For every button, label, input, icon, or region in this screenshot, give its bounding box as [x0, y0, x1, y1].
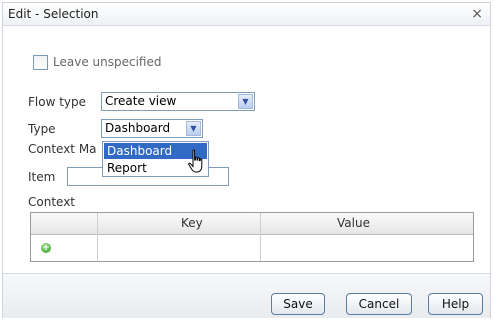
type-value: Dashboard [105, 121, 171, 135]
context-label: Context [28, 195, 76, 209]
leave-unspecified-label[interactable]: Leave unspecified [53, 55, 161, 69]
dialog-titlebar[interactable]: Edit - Selection × [3, 3, 490, 26]
column-divider [260, 213, 261, 261]
chevron-down-icon[interactable]: ▼ [238, 94, 253, 109]
edit-selection-dialog: Edit - Selection × Leave unspecified Flo… [2, 2, 491, 318]
cancel-button[interactable]: Cancel [346, 293, 412, 315]
chevron-down-icon[interactable]: ▼ [186, 121, 201, 136]
close-icon[interactable]: × [471, 6, 483, 22]
save-button[interactable]: Save [271, 293, 325, 315]
context-table: Key Value + [30, 212, 474, 262]
type-select[interactable]: Dashboard ▼ [101, 119, 203, 138]
add-row-icon[interactable]: + [41, 243, 51, 253]
column-divider [97, 213, 98, 261]
dialog-title: Edit - Selection [8, 7, 99, 21]
leave-unspecified-checkbox[interactable] [33, 55, 48, 70]
item-label: Item [28, 170, 56, 184]
flow-type-select[interactable]: Create view ▼ [101, 92, 255, 111]
value-column-header[interactable]: Value [337, 216, 370, 230]
flow-type-label: Flow type [28, 95, 87, 109]
context-mapping-label: Context Ma [28, 142, 97, 156]
type-label: Type [28, 122, 56, 136]
help-button[interactable]: Help [428, 293, 483, 315]
key-column-header[interactable]: Key [181, 216, 203, 230]
hand-pointer-icon [188, 149, 203, 173]
flow-type-value: Create view [105, 94, 177, 108]
dialog-footer: Save Cancel Help [3, 273, 490, 318]
